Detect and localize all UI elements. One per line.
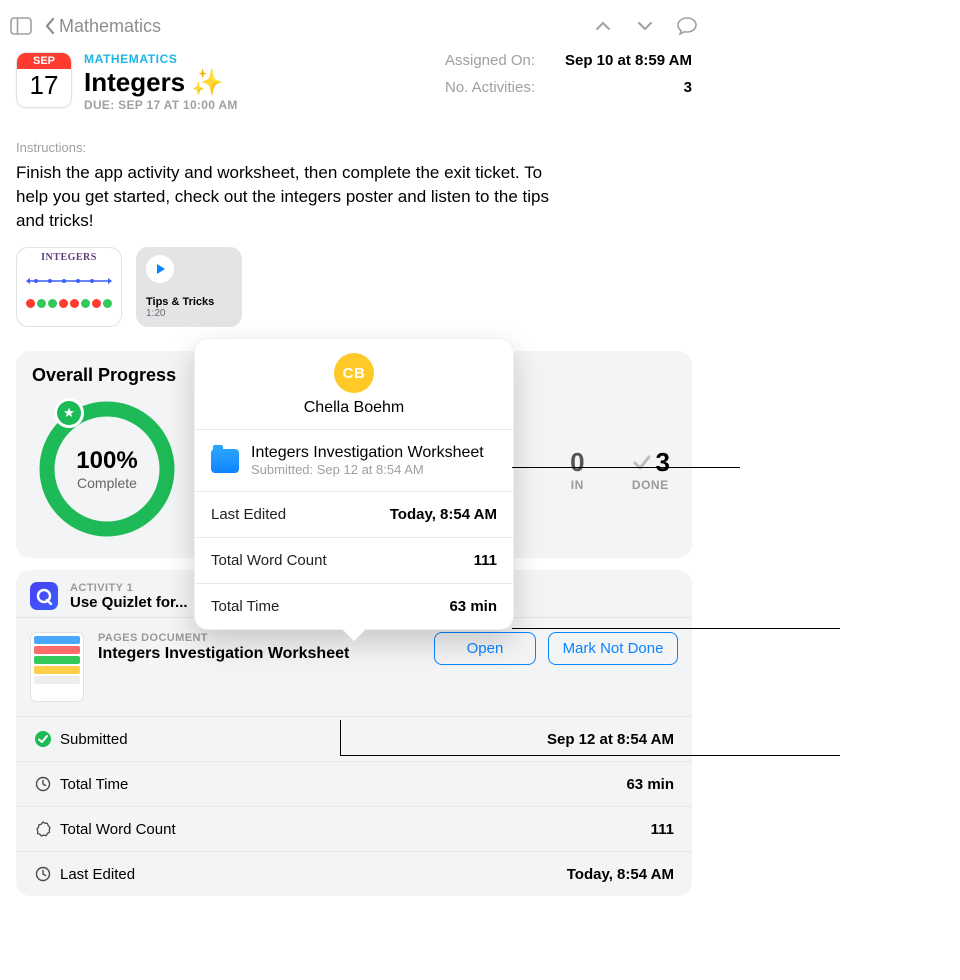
assignment-header: SEP 17 MATHEMATICS Integers ✨ DUE: SEP 1…: [0, 46, 708, 122]
popover-document[interactable]: Integers Investigation Worksheet Submitt…: [195, 430, 513, 492]
student-name: Chella Boehm: [304, 399, 405, 417]
clock-icon: [34, 775, 52, 793]
popover-row-total-time: Total Time 63 min: [195, 584, 513, 629]
stat-done: 3 DONE: [631, 447, 670, 492]
play-icon: [146, 255, 174, 283]
back-button[interactable]: Mathematics: [44, 16, 161, 37]
stat-in: 0 IN: [570, 447, 584, 492]
star-badge-icon: [54, 398, 84, 428]
progress-percent: 100%: [76, 447, 137, 475]
popover-doc-sub: Submitted: Sep 12 at 8:54 AM: [251, 462, 484, 477]
detail-word-count: Total Word Count 111: [16, 807, 692, 852]
popover-row-last-edited: Last Edited Today, 8:54 AM: [195, 492, 513, 538]
chevron-down-icon[interactable]: [634, 15, 656, 37]
chat-icon[interactable]: [676, 15, 698, 37]
popover-row-word-count: Total Word Count 111: [195, 538, 513, 584]
calendar-day: 17: [30, 69, 59, 101]
due-date: DUE: SEP 17 AT 10:00 AM: [84, 98, 433, 112]
folder-icon: [211, 449, 239, 473]
back-label: Mathematics: [59, 16, 161, 37]
instructions-label: Instructions:: [16, 140, 692, 155]
doc-type-label: PAGES DOCUMENT: [98, 632, 420, 644]
activities-value: 3: [565, 79, 692, 96]
callout-line: [340, 720, 341, 755]
detail-total-time: Total Time 63 min: [16, 762, 692, 807]
callout-line: [512, 467, 740, 468]
subject-label: MATHEMATICS: [84, 52, 433, 66]
mark-not-done-button[interactable]: Mark Not Done: [548, 632, 678, 665]
nav-bar: Mathematics: [0, 6, 708, 46]
callout-line: [340, 755, 840, 756]
page-title: Integers ✨: [84, 68, 433, 96]
chevron-up-icon[interactable]: [592, 15, 614, 37]
assigned-on-value: Sep 10 at 8:59 AM: [565, 52, 692, 69]
sidebar-icon[interactable]: [10, 15, 32, 37]
media-attachment[interactable]: Tips & Tricks 1:20: [136, 247, 242, 327]
open-button[interactable]: Open: [434, 632, 536, 665]
poster-attachment[interactable]: INTEGERS: [16, 247, 122, 327]
activities-label: No. Activities:: [445, 79, 565, 96]
doc-title: Integers Investigation Worksheet: [98, 645, 420, 663]
sparkle-icon: ✨: [191, 68, 223, 96]
media-title: Tips & Tricks: [146, 296, 232, 308]
detail-last-edited: Last Edited Today, 8:54 AM: [16, 852, 692, 896]
assigned-on-label: Assigned On:: [445, 52, 565, 69]
quizlet-app-icon: [30, 582, 58, 610]
check-circle-icon: [34, 730, 52, 748]
calendar-icon: SEP 17: [16, 52, 72, 108]
assignment-meta: Assigned On: Sep 10 at 8:59 AM No. Activ…: [445, 52, 692, 96]
calendar-month: SEP: [17, 53, 71, 69]
badge-icon: [34, 820, 52, 838]
attachment-row: INTEGERS Tips & Tricks 1:20: [0, 233, 708, 345]
doc-thumbnail-icon: [30, 632, 84, 702]
student-popover: CB Chella Boehm Integers Investigation W…: [194, 338, 514, 630]
clock-icon: [34, 865, 52, 883]
chevron-left-icon: [44, 17, 55, 35]
checkmark-icon: [631, 451, 653, 473]
progress-ring: 100% Complete: [32, 394, 182, 544]
activity-title: Use Quizlet for...: [70, 594, 188, 611]
activity-details: Submitted Sep 12 at 8:54 AM Total Time 6…: [16, 716, 692, 896]
instructions-text: Finish the app activity and worksheet, t…: [16, 161, 576, 233]
activity-label: ACTIVITY 1: [70, 582, 188, 594]
callout-line: [512, 628, 840, 629]
popover-doc-title: Integers Investigation Worksheet: [251, 444, 484, 462]
media-duration: 1:20: [146, 308, 232, 319]
progress-complete-label: Complete: [77, 475, 137, 491]
avatar: CB: [334, 353, 374, 393]
